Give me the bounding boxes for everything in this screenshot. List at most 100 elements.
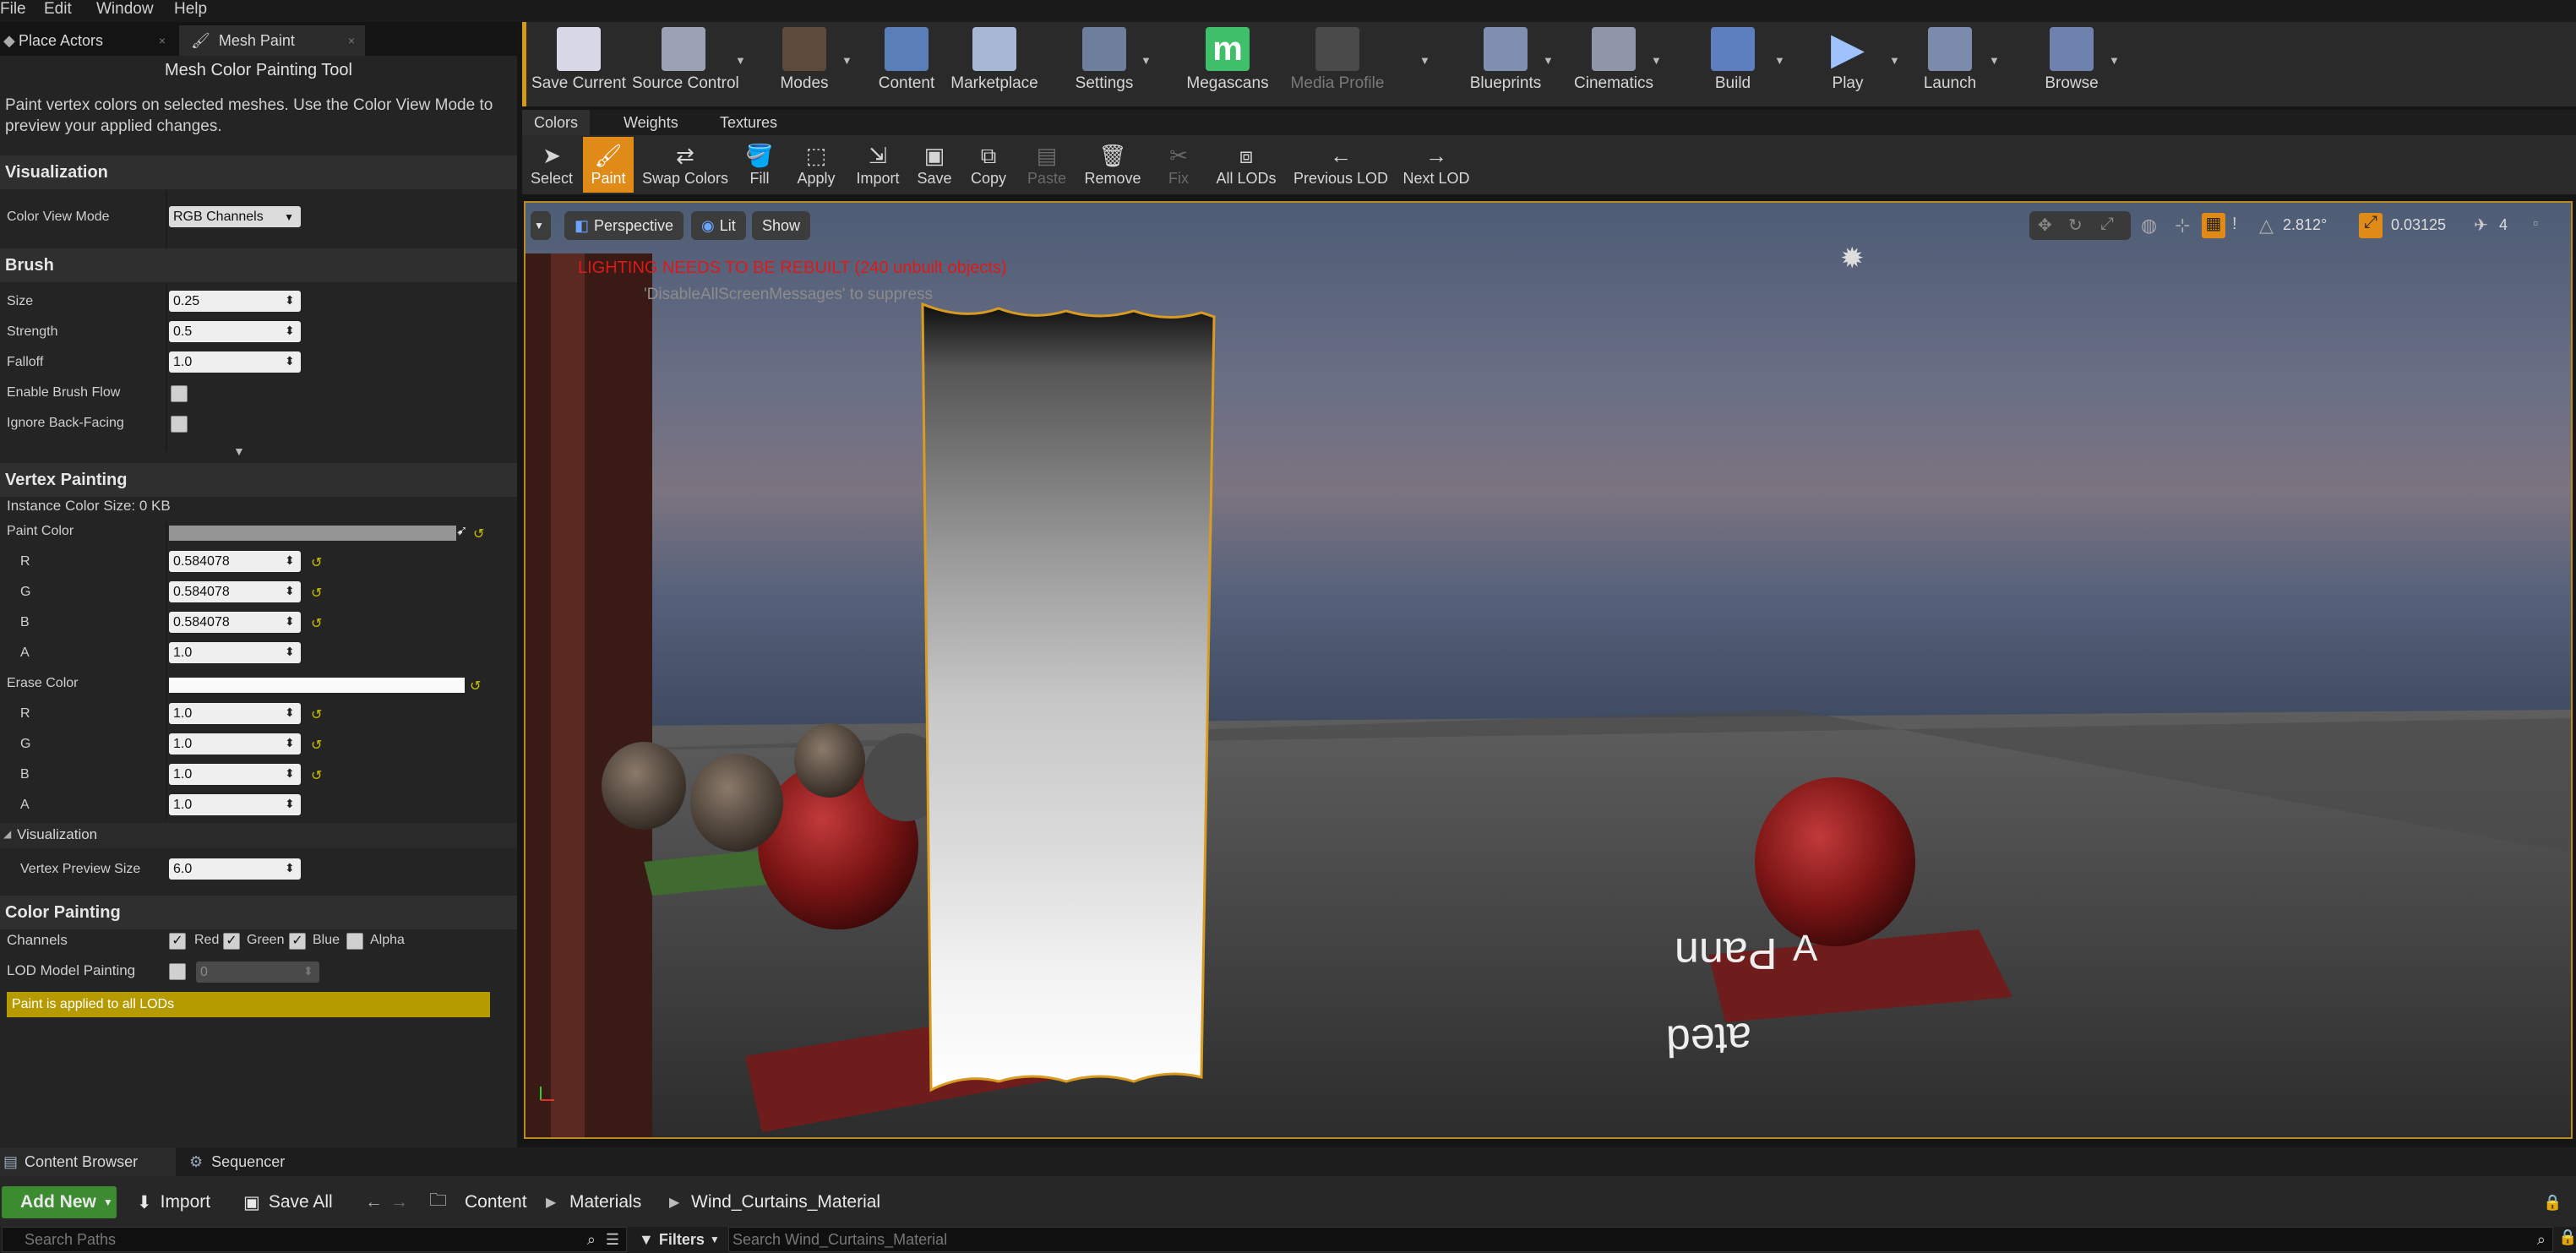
eyedropper-icon[interactable]: ➹ bbox=[456, 522, 467, 539]
tab-place-actors[interactable]: ◆ Place Actors × bbox=[0, 25, 176, 56]
transform-mode-group[interactable]: ✥ ↻ ⤢ bbox=[2029, 211, 2131, 240]
tab-sequencer[interactable]: ⚙ Sequencer bbox=[186, 1147, 355, 1176]
reset-icon[interactable]: ↺ bbox=[311, 767, 324, 783]
content-button[interactable]: Content bbox=[870, 27, 943, 93]
category-visualization[interactable]: Visualization bbox=[0, 155, 517, 189]
strength-field[interactable]: 0.5 ⬍ bbox=[169, 321, 301, 342]
paint-color-swatch[interactable] bbox=[169, 526, 456, 541]
save-all-button[interactable]: ▣ Save All bbox=[243, 1186, 333, 1218]
channel-blue-checkbox[interactable]: ✓ bbox=[289, 933, 306, 950]
expand-advanced-icon[interactable]: ▼ bbox=[233, 444, 245, 458]
erase-a-field[interactable]: 1.0 ⬍ bbox=[169, 794, 301, 815]
filters-button[interactable]: ▼ Filters ▼ bbox=[639, 1228, 723, 1250]
reset-icon[interactable]: ↺ bbox=[470, 678, 483, 694]
chevron-down-icon[interactable]: ▼ bbox=[1651, 54, 1662, 67]
all-lods-button[interactable]: ⧈ All LODs bbox=[1208, 137, 1284, 193]
next-lod-button[interactable]: → Next LOD bbox=[1397, 137, 1475, 193]
tab-colors[interactable]: Colors bbox=[522, 110, 591, 135]
browse-button[interactable]: Browse bbox=[2036, 27, 2107, 93]
menu-help[interactable]: Help bbox=[174, 0, 207, 19]
tab-content-browser[interactable]: ▤ Content Browser bbox=[0, 1147, 176, 1176]
vis-sub-header[interactable]: ◢ Visualization bbox=[0, 823, 517, 848]
launch-button[interactable]: Launch bbox=[1914, 27, 1985, 93]
category-brush[interactable]: Brush bbox=[0, 248, 517, 282]
breadcrumb-content[interactable]: Content bbox=[465, 1186, 527, 1218]
camera-speed-icon[interactable]: ✈ bbox=[2474, 215, 2488, 236]
chevron-down-icon[interactable]: ▼ bbox=[1889, 54, 1900, 67]
erase-g-field[interactable]: 1.0 ⬍ bbox=[169, 733, 301, 755]
grid-snap-icon[interactable]: ▦ bbox=[2202, 213, 2225, 238]
history-forward-button[interactable]: → bbox=[390, 1186, 408, 1218]
history-back-button[interactable]: ← bbox=[365, 1186, 383, 1218]
scale-snap-readout[interactable]: 0.03125 bbox=[2391, 216, 2467, 234]
channel-green-checkbox[interactable]: ✓ bbox=[223, 933, 240, 950]
remove-button[interactable]: 🗑 Remove bbox=[1080, 137, 1146, 193]
fov-readout[interactable]: 2.812° bbox=[2283, 216, 2350, 234]
reset-icon[interactable]: ↺ bbox=[311, 706, 324, 722]
marketplace-button[interactable]: Marketplace bbox=[948, 27, 1041, 93]
reset-icon[interactable]: ↺ bbox=[311, 737, 324, 753]
paint-tool[interactable]: 🖌 Paint bbox=[583, 137, 634, 193]
lock-icon[interactable]: 🔒 bbox=[2543, 1186, 2562, 1218]
channel-alpha-checkbox[interactable] bbox=[346, 933, 363, 950]
paint-r-field[interactable]: 0.584078 ⬍ bbox=[169, 551, 301, 572]
viewport-options-button[interactable]: ▼ bbox=[531, 211, 551, 240]
save-current-button[interactable]: Save Current bbox=[529, 27, 629, 93]
erase-r-field[interactable]: 1.0 ⬍ bbox=[169, 703, 301, 724]
reset-icon[interactable]: ↺ bbox=[311, 554, 324, 570]
category-color-painting[interactable]: Color Painting bbox=[0, 896, 517, 929]
modes-button[interactable]: Modes bbox=[767, 27, 841, 93]
breadcrumb-materials[interactable]: Materials bbox=[569, 1186, 641, 1218]
chevron-down-icon[interactable]: ▼ bbox=[1543, 54, 1554, 67]
paint-g-field[interactable]: 0.584078 ⬍ bbox=[169, 581, 301, 602]
color-view-mode-select[interactable]: RGB Channels ▼ bbox=[169, 206, 301, 227]
reset-icon[interactable]: ↺ bbox=[473, 526, 487, 542]
search-assets-input[interactable]: Search Wind_Curtains_Material ⌕ bbox=[728, 1227, 2553, 1252]
menu-file[interactable]: File bbox=[0, 0, 26, 19]
erase-color-swatch[interactable] bbox=[169, 678, 465, 693]
scale-snap-icon[interactable]: ⤢ bbox=[2359, 213, 2383, 238]
surface-snap-icon[interactable]: ⊹ bbox=[2175, 215, 2190, 237]
lod-painting-checkbox[interactable] bbox=[169, 963, 186, 980]
folder-icon[interactable]: 🗀 bbox=[429, 1186, 447, 1218]
tab-mesh-paint[interactable]: 🖌 Mesh Paint × bbox=[179, 25, 365, 56]
swap-colors-button[interactable]: ⇄ Swap Colors bbox=[639, 137, 732, 193]
lit-button[interactable]: ◉ Lit bbox=[691, 211, 746, 240]
search-paths-input[interactable]: Search Paths ⌕ ☰ bbox=[2, 1227, 627, 1252]
chevron-down-icon[interactable]: ▼ bbox=[841, 54, 852, 67]
blueprints-button[interactable]: Blueprints bbox=[1458, 27, 1553, 93]
chevron-down-icon[interactable]: ▼ bbox=[2109, 54, 2120, 67]
cinematics-button[interactable]: Cinematics bbox=[1566, 27, 1661, 93]
tab-close-icon[interactable]: × bbox=[348, 34, 355, 47]
level-viewport[interactable]: ▼ ◧ Perspective ◉ Lit Show LIGHTING NEEDS … bbox=[524, 201, 2573, 1139]
size-field[interactable]: 0.25 ⬍ bbox=[169, 291, 301, 312]
chevron-down-icon[interactable]: ▼ bbox=[1989, 54, 2000, 67]
rotation-snap-icon[interactable]: △ bbox=[2259, 215, 2274, 237]
settings-button[interactable]: Settings bbox=[1070, 27, 1139, 93]
select-tool[interactable]: ➤ Select bbox=[526, 137, 578, 193]
breadcrumb-separator-icon[interactable]: ▶ bbox=[669, 1186, 679, 1218]
paint-a-field[interactable]: 1.0 ⬍ bbox=[169, 642, 301, 663]
move-icon[interactable]: ✥ bbox=[2038, 215, 2052, 236]
chevron-down-icon[interactable]: ▼ bbox=[1141, 54, 1152, 67]
paint-b-field[interactable]: 0.584078 ⬍ bbox=[169, 612, 301, 633]
apply-button[interactable]: ⬚ Apply bbox=[789, 137, 843, 193]
light-actor-icon[interactable]: ✹ bbox=[1840, 242, 1877, 279]
camera-speed-readout[interactable]: 4 bbox=[2499, 216, 2508, 234]
save-button[interactable]: ▣ Save bbox=[911, 137, 958, 193]
tab-weights[interactable]: Weights bbox=[612, 110, 690, 135]
megascans-button[interactable]: m Megascans bbox=[1181, 27, 1274, 93]
previous-lod-button[interactable]: ← Previous LOD bbox=[1289, 137, 1392, 193]
import-asset-button[interactable]: ⬇ Import bbox=[137, 1186, 210, 1218]
menu-window[interactable]: Window bbox=[96, 0, 154, 19]
erase-b-field[interactable]: 1.0 ⬍ bbox=[169, 764, 301, 785]
tab-textures[interactable]: Textures bbox=[708, 110, 789, 135]
grid-size-value[interactable]: ! bbox=[2232, 215, 2237, 234]
view-options-icon[interactable]: ☰ bbox=[606, 1231, 619, 1249]
chevron-down-icon[interactable]: ▼ bbox=[735, 54, 746, 67]
channel-red-checkbox[interactable]: ✓ bbox=[169, 933, 186, 950]
show-button[interactable]: Show bbox=[752, 211, 811, 240]
brush-flow-checkbox[interactable] bbox=[171, 385, 188, 402]
chevron-down-icon[interactable]: ▼ bbox=[1774, 54, 1785, 67]
copy-button[interactable]: ⧉ Copy bbox=[965, 137, 1012, 193]
